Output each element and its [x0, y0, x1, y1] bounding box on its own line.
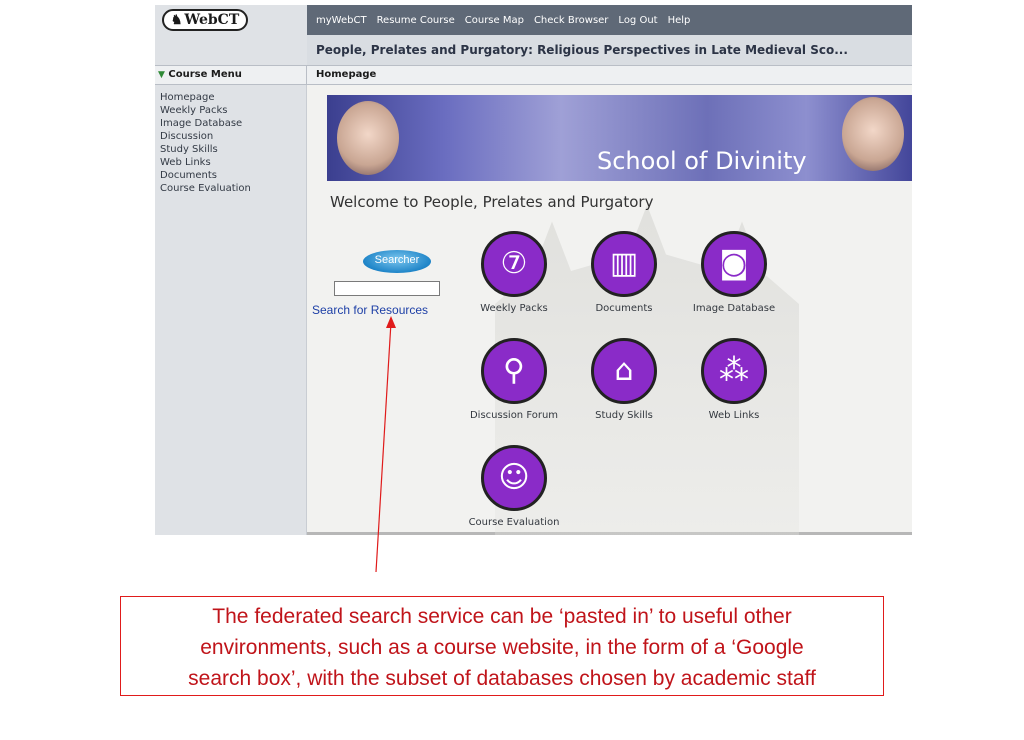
- webct-logo[interactable]: ♞ WebCT: [162, 9, 248, 31]
- logo-cell: ♞ WebCT: [155, 5, 307, 35]
- webct-window: ♞ WebCT myWebCT Resume Course Course Map…: [155, 5, 912, 535]
- tile-documents[interactable]: ▥ Documents: [569, 231, 679, 314]
- search-for-resources-link[interactable]: Search for Resources: [312, 303, 428, 317]
- menu-item-weekly-packs[interactable]: Weekly Packs: [160, 104, 306, 117]
- course-menu-toggle[interactable]: ▼ Course Menu: [155, 66, 307, 84]
- callout-line-2: environments, such as a course website, …: [200, 636, 804, 659]
- title-bar-left: [155, 35, 307, 65]
- tile-web-links[interactable]: ⁂ Web Links: [679, 338, 789, 421]
- tile-weekly-packs[interactable]: ⑦ Weekly Packs: [459, 231, 569, 314]
- tile-image-database[interactable]: ◙ Image Database: [679, 231, 789, 314]
- callout-line-1: The federated search service can be ‘pas…: [212, 605, 792, 628]
- menu-item-web-links[interactable]: Web Links: [160, 156, 306, 169]
- nav-course-map[interactable]: Course Map: [465, 15, 524, 26]
- top-toolbar: ♞ WebCT myWebCT Resume Course Course Map…: [155, 5, 912, 35]
- course-menu-label: Course Menu: [168, 69, 242, 80]
- school-banner: School of Divinity: [327, 95, 912, 181]
- numbers-icon: ⑦: [481, 231, 547, 297]
- menu-item-course-evaluation[interactable]: Course Evaluation: [160, 182, 306, 195]
- tile-label: Course Evaluation: [468, 517, 560, 528]
- menu-item-homepage[interactable]: Homepage: [160, 91, 306, 104]
- welcome-heading: Welcome to People, Prelates and Purgator…: [330, 193, 654, 211]
- student-photo-right: [842, 97, 904, 171]
- tile-discussion-forum[interactable]: ⚲ Discussion Forum: [459, 338, 569, 421]
- tile-label: Documents: [595, 303, 653, 314]
- books-icon: ▥: [591, 231, 657, 297]
- course-title-bar: People, Prelates and Purgatory: Religiou…: [155, 35, 912, 65]
- reader-icon: ☺: [481, 445, 547, 511]
- homepage-content: School of Divinity Welcome to People, Pr…: [307, 85, 912, 535]
- nav-check-browser[interactable]: Check Browser: [534, 15, 608, 26]
- page-title: Homepage: [316, 69, 377, 80]
- menu-item-documents[interactable]: Documents: [160, 169, 306, 182]
- tile-course-evaluation[interactable]: ☺ Course Evaluation: [459, 445, 569, 528]
- menu-item-discussion[interactable]: Discussion: [160, 130, 306, 143]
- top-navigation: myWebCT Resume Course Course Map Check B…: [316, 5, 690, 35]
- tile-label: Web Links: [708, 410, 760, 421]
- annotation-callout: The federated search service can be ‘pas…: [120, 596, 884, 696]
- student-photo-left: [337, 101, 399, 175]
- webct-logo-text: WebCT: [184, 12, 240, 28]
- pin-icon: ⚲: [481, 338, 547, 404]
- nav-resume-course[interactable]: Resume Course: [377, 15, 455, 26]
- callout-line-3: search box’, with the subset of database…: [188, 667, 816, 690]
- nav-mywebct[interactable]: myWebCT: [316, 15, 367, 26]
- webct-figure-icon: ♞: [170, 12, 183, 28]
- tile-label: Weekly Packs: [480, 303, 548, 314]
- menu-item-study-skills[interactable]: Study Skills: [160, 143, 306, 156]
- triangle-down-icon: ▼: [158, 70, 165, 80]
- menu-bar: ▼ Course Menu Homepage: [155, 65, 912, 85]
- network-icon: ⁂: [701, 338, 767, 404]
- nav-log-out[interactable]: Log Out: [618, 15, 657, 26]
- banner-title: School of Divinity: [597, 147, 807, 175]
- house-icon: ⌂: [591, 338, 657, 404]
- course-title: People, Prelates and Purgatory: Religiou…: [316, 43, 848, 57]
- camera-icon: ◙: [701, 231, 767, 297]
- tile-label: Study Skills: [595, 410, 653, 421]
- tile-study-skills[interactable]: ⌂ Study Skills: [569, 338, 679, 421]
- menu-item-image-database[interactable]: Image Database: [160, 117, 306, 130]
- tile-label: Discussion Forum: [469, 410, 559, 421]
- searcher-logo: Searcher: [363, 250, 431, 273]
- tile-label: Image Database: [692, 303, 776, 314]
- nav-help[interactable]: Help: [668, 15, 691, 26]
- course-menu: Homepage Weekly Packs Image Database Dis…: [155, 85, 307, 535]
- search-input[interactable]: [334, 281, 440, 296]
